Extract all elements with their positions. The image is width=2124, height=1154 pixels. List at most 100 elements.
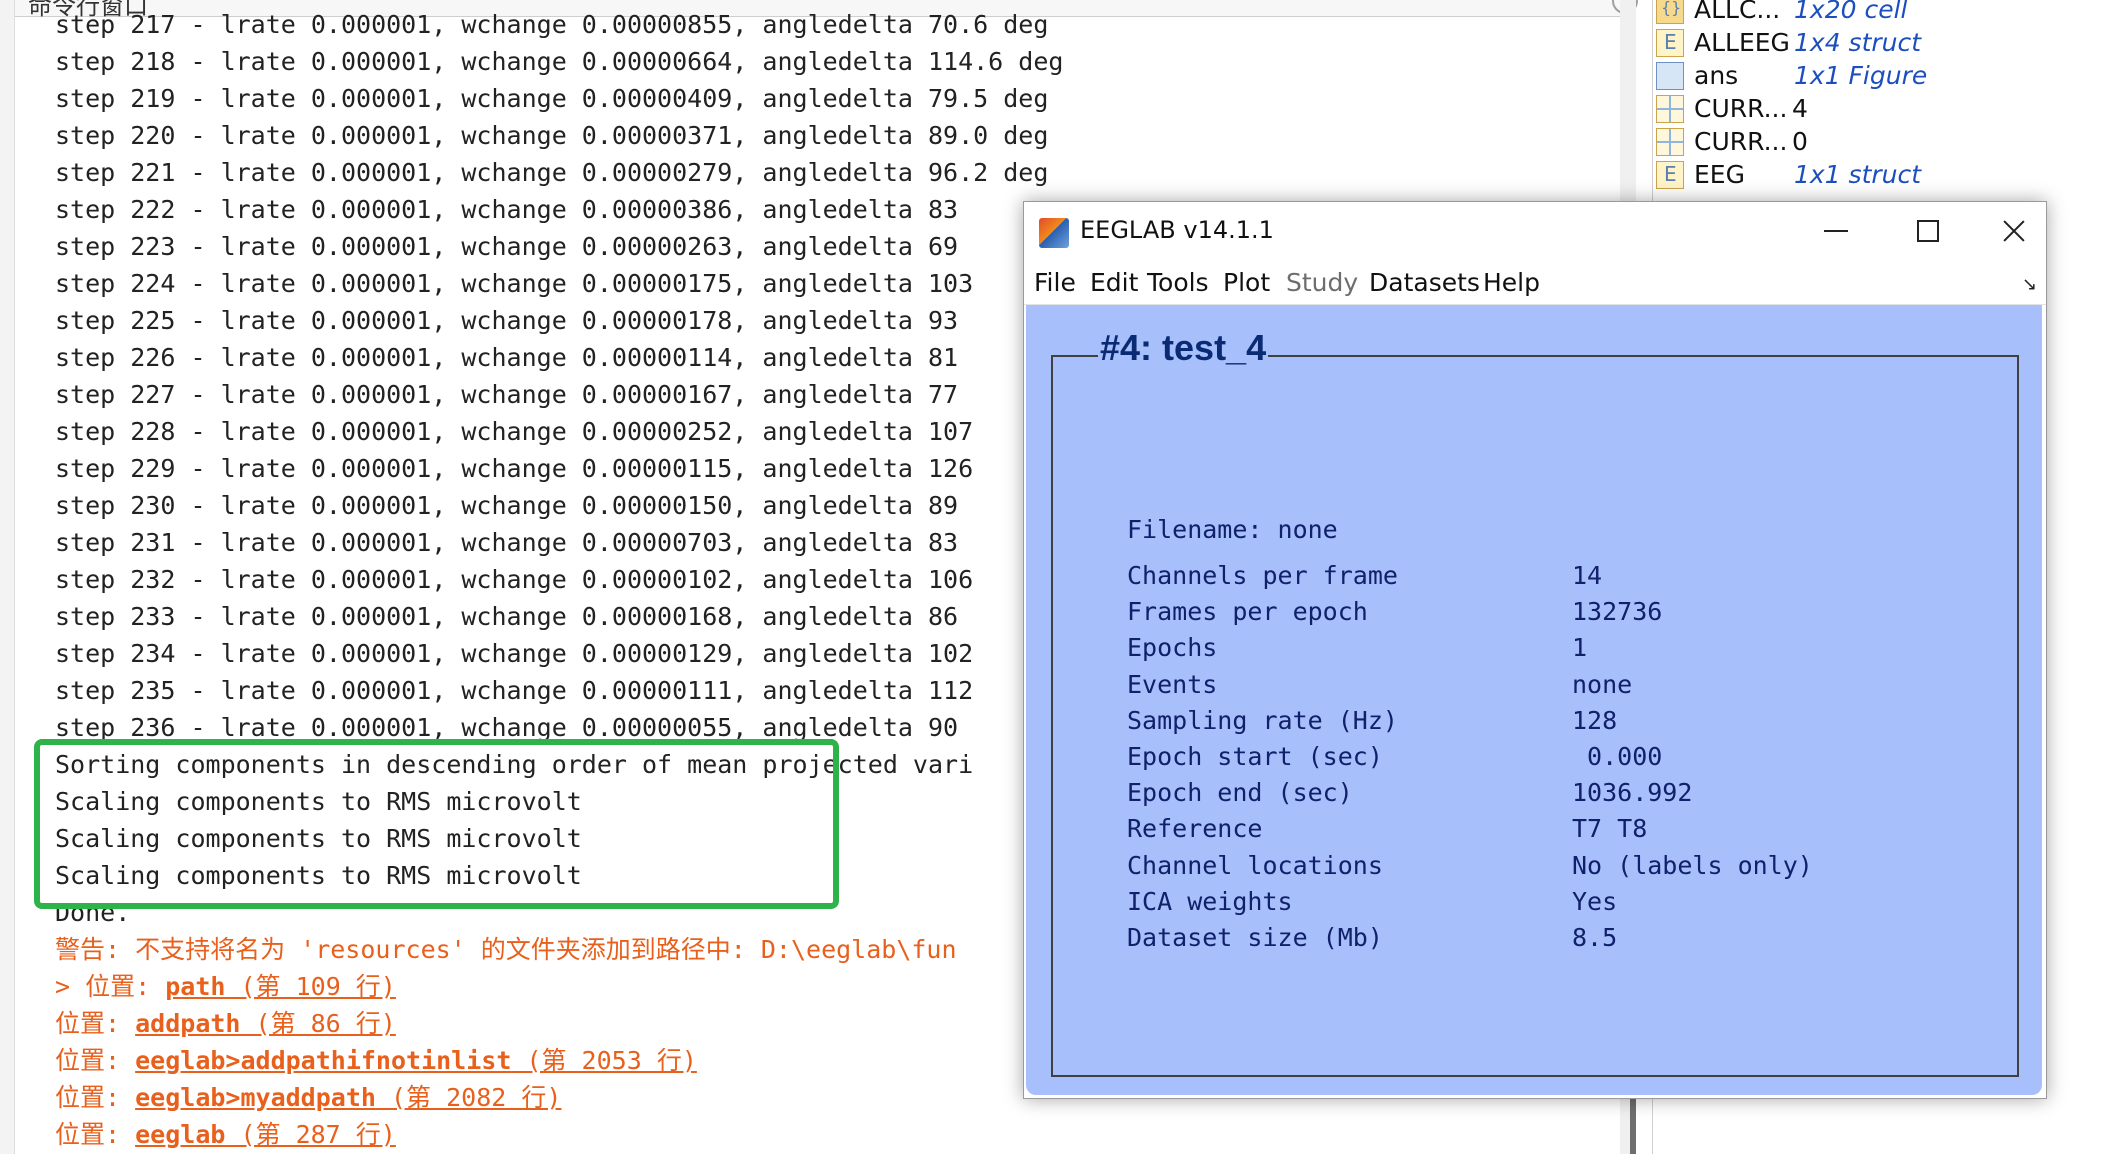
command-output-line: step 217 - lrate 0.000001, wchange 0.000… bbox=[55, 10, 1049, 39]
menu-datasets[interactable]: Datasets bbox=[1369, 268, 1480, 297]
dataset-info-row: Events none bbox=[1127, 669, 1632, 710]
workspace-variable-row[interactable]: CURR... 4 bbox=[1656, 93, 2116, 125]
dataset-info-row: Epoch end (sec) 1036.992 bbox=[1127, 778, 1692, 818]
dataset-info-label: Frames per epoch bbox=[1127, 597, 1368, 627]
command-output-line: step 229 - lrate 0.000001, wchange 0.000… bbox=[55, 454, 974, 483]
warning-location-line: > 位置: path (第 109 行) bbox=[55, 968, 1063, 1005]
eeglab-titlebar[interactable]: EEGLAB v14.1.1 bbox=[1024, 202, 2046, 262]
dataset-info-value: 8.5 bbox=[1572, 923, 1618, 952]
menu-study[interactable]: Study bbox=[1286, 268, 1358, 297]
command-output-line: step 218 - lrate 0.000001, wchange 0.000… bbox=[55, 47, 1064, 76]
dataset-info-value: 128 bbox=[1572, 705, 1618, 735]
minimize-icon[interactable] bbox=[1792, 202, 1882, 258]
grid-icon bbox=[1656, 128, 1684, 156]
eeglab-window: EEGLAB v14.1.1 ↘ File Edit Tools Plot Study D… bbox=[1023, 201, 2047, 1099]
command-window-scroll-thumb[interactable] bbox=[1630, 1090, 1636, 1154]
dataset-info-value: No (labels only) bbox=[1572, 850, 1813, 880]
dataset-info-row: Frames per epoch 132736 bbox=[1127, 597, 1662, 637]
warning-location-prefix: 位置: bbox=[55, 1083, 136, 1112]
warning-line-number-link[interactable]: (第 109 行) bbox=[225, 972, 395, 1001]
command-output-line: step 227 - lrate 0.000001, wchange 0.000… bbox=[55, 380, 959, 409]
workspace-variable-value: 1x4 struct bbox=[1794, 28, 1922, 57]
dataset-info-label: ICA weights bbox=[1127, 886, 1293, 916]
menu-plot[interactable]: Plot bbox=[1223, 268, 1270, 297]
menu-help[interactable]: Help bbox=[1483, 268, 1540, 297]
dataset-info-row: ICA weights Yes bbox=[1127, 886, 1617, 927]
workspace-variable-value: 1x20 cell bbox=[1794, 0, 1908, 24]
eeglab-window-title: EEGLAB v14.1.1 bbox=[1080, 216, 1274, 244]
workspace-variable-name: ALLC... bbox=[1694, 0, 1781, 24]
dataset-info-label: Epochs bbox=[1127, 633, 1218, 663]
command-output-line: step 234 - lrate 0.000001, wchange 0.000… bbox=[55, 639, 974, 668]
warning-function-link[interactable]: eeglab bbox=[135, 1120, 225, 1149]
warning-function-link[interactable]: addpath bbox=[135, 1009, 240, 1038]
warning-line-number-link[interactable]: (第 86 行) bbox=[240, 1009, 396, 1038]
workspace-variable-row[interactable]: EEG 1x1 struct bbox=[1656, 159, 2116, 191]
command-output-line: step 223 - lrate 0.000001, wchange 0.000… bbox=[55, 232, 959, 261]
workspace-variable-name: CURR... bbox=[1694, 94, 1788, 123]
dataset-info-value: 1036.992 bbox=[1572, 778, 1693, 808]
workspace-variable-row[interactable]: ALLC... 1x20 cell bbox=[1656, 0, 2116, 26]
command-output-line: step 231 - lrate 0.000001, wchange 0.000… bbox=[55, 528, 959, 557]
workspace-variable-value: 1x1 struct bbox=[1794, 160, 1922, 189]
warning-function-link[interactable]: path bbox=[165, 972, 225, 1001]
workspace-variable-row[interactable]: ans 1x1 Figure bbox=[1656, 60, 2116, 92]
dataset-info-row: Epochs 1 bbox=[1127, 633, 1587, 673]
menu-edit[interactable]: Edit bbox=[1090, 268, 1138, 297]
workspace-variable-name: CURR... bbox=[1694, 127, 1788, 156]
warning-line-number-link[interactable]: (第 2053 行) bbox=[511, 1046, 696, 1075]
workspace-variable-value: 0 bbox=[1792, 127, 1808, 156]
dataset-info-label: Reference bbox=[1127, 814, 1263, 844]
dataset-info-panel: #4: test_4 Filename: none Channels per f… bbox=[1026, 305, 2042, 1095]
dataset-heading: #4: test_4 bbox=[1098, 327, 1269, 369]
command-output-line: step 226 - lrate 0.000001, wchange 0.000… bbox=[55, 343, 959, 372]
eeglab-menubar: ↘ File Edit Tools Plot Study Datasets Help bbox=[1024, 262, 2046, 305]
dataset-info-value: Yes bbox=[1572, 886, 1618, 916]
dataset-info-value: 1 bbox=[1572, 633, 1588, 663]
workspace-variable-name: EEG bbox=[1694, 160, 1745, 189]
workspace-variable-row[interactable]: ALLEEG1x4 struct bbox=[1656, 27, 2116, 59]
dataset-info-value: none bbox=[1572, 669, 1633, 699]
cell-icon bbox=[1656, 0, 1684, 24]
menu-file[interactable]: File bbox=[1034, 268, 1076, 297]
menu-tools[interactable]: Tools bbox=[1147, 268, 1209, 297]
command-output-line: step 232 - lrate 0.000001, wchange 0.000… bbox=[55, 565, 974, 594]
filename-line: Filename: none bbox=[1127, 515, 1338, 544]
highlight-annotation-box bbox=[34, 739, 839, 909]
warning-line-number-link[interactable]: (第 287 行) bbox=[225, 1120, 395, 1149]
workspace-variable-value: 4 bbox=[1792, 94, 1808, 123]
close-icon[interactable] bbox=[1976, 202, 2066, 258]
workspace-variable-name: ans bbox=[1694, 61, 1739, 90]
menubar-undock-icon[interactable]: ↘ bbox=[2022, 274, 2037, 295]
dataset-info-label: Sampling rate (Hz) bbox=[1127, 705, 1398, 735]
maximize-icon[interactable] bbox=[1884, 202, 1974, 258]
command-output-line: step 233 - lrate 0.000001, wchange 0.000… bbox=[55, 602, 959, 631]
command-window-gutter bbox=[0, 0, 15, 1154]
dataset-info-label: Events bbox=[1127, 669, 1218, 699]
dataset-info-value: 0.000 bbox=[1572, 742, 1663, 771]
dataset-info-label: Channel locations bbox=[1127, 850, 1383, 880]
warning-location-prefix: 位置: bbox=[55, 1046, 136, 1075]
warning-function-link[interactable]: eeglab>addpathifnotinlist bbox=[135, 1046, 511, 1075]
command-output-line: step 230 - lrate 0.000001, wchange 0.000… bbox=[55, 491, 959, 520]
warning-location-line: 位置: eeglab>addpathifnotinlist (第 2053 行) bbox=[55, 1042, 1063, 1079]
grid-icon bbox=[1656, 95, 1684, 123]
command-output-line: step 228 - lrate 0.000001, wchange 0.000… bbox=[55, 417, 974, 446]
warning-function-link[interactable]: eeglab>myaddpath bbox=[135, 1083, 376, 1112]
workspace-variable-row[interactable]: CURR... 0 bbox=[1656, 126, 2116, 158]
dataset-info-row: Sampling rate (Hz) 128 bbox=[1127, 705, 1617, 746]
eeglab-logo-icon bbox=[1039, 218, 1069, 248]
command-output-line: step 222 - lrate 0.000001, wchange 0.000… bbox=[55, 195, 959, 224]
warning-location-prefix: 位置: bbox=[55, 1120, 136, 1149]
warning-message: 警告: 不支持将名为 'resources' 的文件夹添加到路径中: D:\ee… bbox=[55, 935, 957, 964]
command-output[interactable]: step 217 - lrate 0.000001, wchange 0.000… bbox=[55, 6, 1063, 1153]
dataset-info-value: 132736 bbox=[1572, 597, 1663, 627]
workspace-variable-name: ALLEEG bbox=[1694, 28, 1790, 57]
dataset-info-row: Channel locations No (labels only) bbox=[1127, 850, 1813, 891]
warning-line-number-link[interactable]: (第 2082 行) bbox=[376, 1083, 561, 1112]
command-output-line: step 219 - lrate 0.000001, wchange 0.000… bbox=[55, 84, 1049, 113]
struct-icon bbox=[1656, 161, 1684, 189]
dataset-info-value: 14 bbox=[1572, 561, 1603, 590]
struct-icon bbox=[1656, 29, 1684, 57]
warning-location-line: 位置: addpath (第 86 行) bbox=[55, 1005, 1063, 1042]
